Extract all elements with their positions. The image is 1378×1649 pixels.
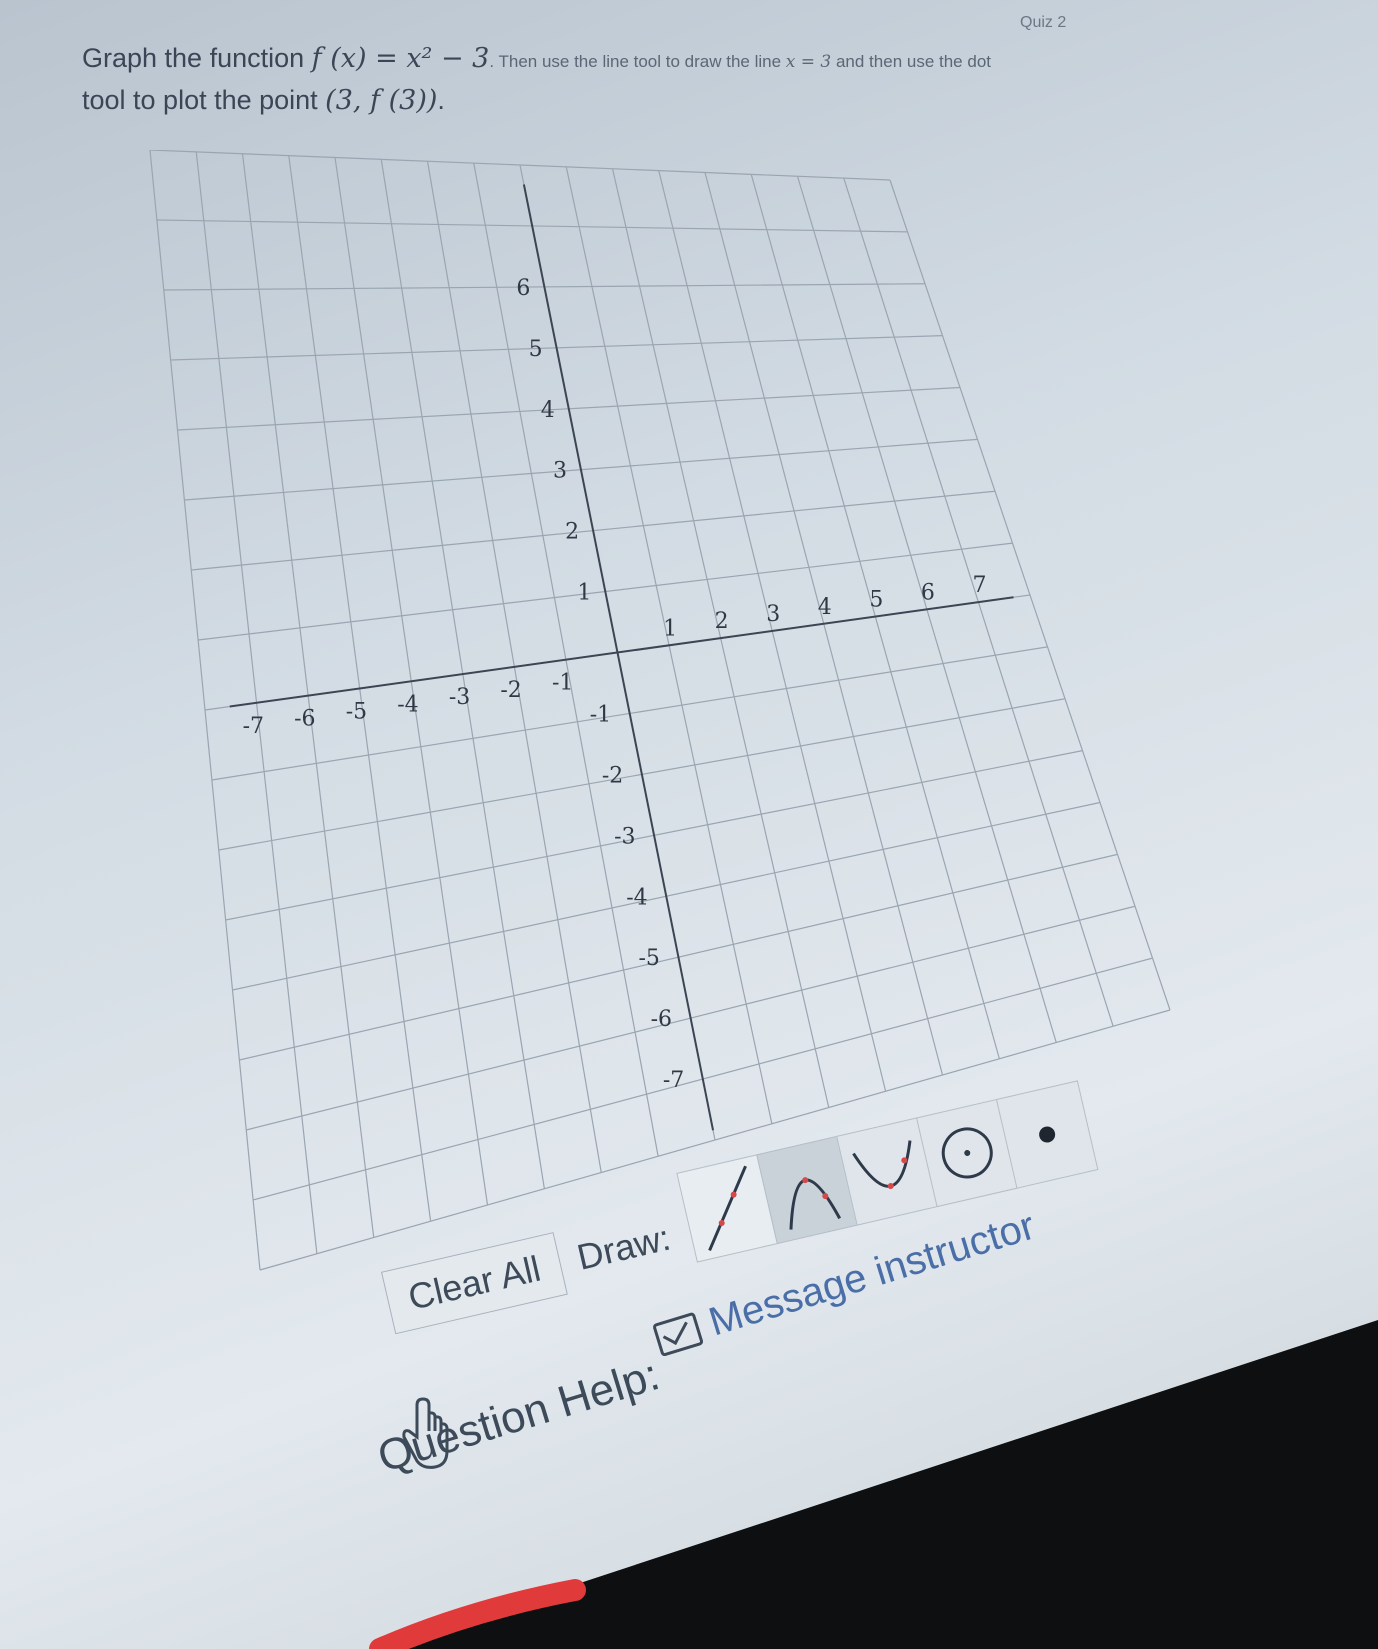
y-axis: [522, 184, 715, 1131]
x-tick-label: 6: [921, 580, 935, 605]
question-line1-tail: and then use the dot: [831, 52, 991, 71]
question-line1-pre: Graph the function: [82, 43, 312, 73]
y-tick-label: 3: [553, 459, 567, 484]
clear-all-button[interactable]: Clear All: [380, 1232, 568, 1335]
quiz-label: Quiz 2: [1020, 14, 1067, 31]
question-line2-pre: tool to plot the point: [82, 84, 326, 115]
x-tick-label: -4: [397, 692, 418, 717]
dot-tool-icon: [1039, 1126, 1056, 1143]
y-tick-label: 2: [565, 520, 579, 545]
y-tick-label: -5: [638, 946, 659, 971]
question-line1-post: . Then use the line tool to draw the lin…: [489, 52, 786, 71]
y-tick-label: -1: [590, 702, 611, 727]
x-tick-label: -6: [294, 707, 315, 732]
x-tick-label: 7: [972, 573, 986, 598]
x-tick-label: 2: [715, 609, 729, 634]
x-tick-label: -3: [449, 685, 470, 710]
y-tick-label: 5: [529, 337, 543, 362]
point-expression: (3, f (3)): [325, 84, 438, 116]
question-line2-post: .: [437, 84, 445, 115]
x-tick-label: 4: [818, 595, 832, 620]
x-tick-label: 3: [766, 602, 780, 627]
y-tick-label: 6: [516, 276, 530, 301]
line-expression: x = 3: [785, 52, 832, 72]
y-tick-label: -2: [602, 763, 623, 788]
y-tick-label: 4: [541, 398, 555, 423]
mail-icon: [651, 1311, 704, 1357]
red-accent-stripe: [369, 1579, 586, 1649]
hand-cursor-icon: [402, 1397, 449, 1469]
x-tick-label: -5: [346, 699, 367, 724]
x-tick-label: -1: [552, 671, 573, 696]
y-tick-label: -3: [614, 824, 635, 849]
y-tick-label: 1: [577, 581, 591, 606]
question-text: Graph the function f (x) = x² − 3. Then …: [82, 38, 1322, 122]
y-tick-label: -4: [626, 885, 647, 910]
draw-label: Draw:: [573, 1216, 675, 1278]
y-tick-label: -6: [651, 1007, 672, 1032]
x-tick-label: 5: [869, 588, 883, 613]
x-tick-label: -7: [243, 714, 264, 739]
x-tick-label: 1: [663, 616, 677, 641]
function-expression: f (x) = x² − 3: [311, 43, 490, 74]
x-tick-label: -2: [500, 678, 521, 703]
